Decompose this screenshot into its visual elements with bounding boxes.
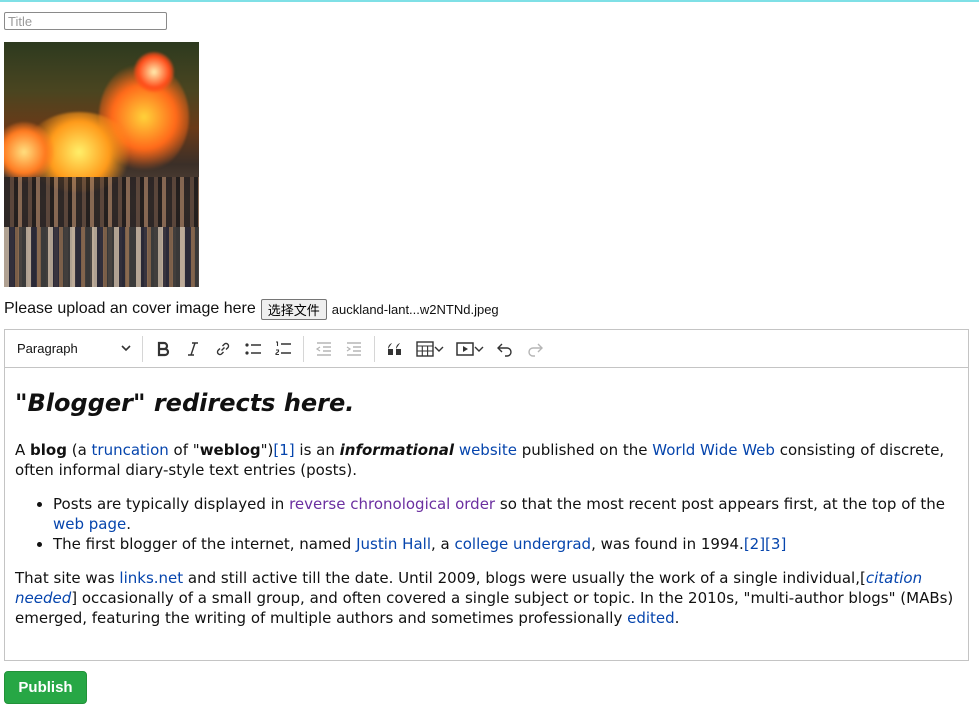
indent-button[interactable] bbox=[339, 335, 369, 363]
link-button[interactable] bbox=[208, 335, 238, 363]
bulleted-list-button[interactable] bbox=[238, 335, 268, 363]
text-run: The first blogger of the internet, named bbox=[53, 535, 357, 553]
selected-file-name: auckland-lant...w2NTNd.jpeg bbox=[331, 301, 499, 317]
indent-icon bbox=[345, 341, 363, 357]
blockquote-icon bbox=[387, 342, 403, 356]
link-truncation[interactable]: truncation bbox=[92, 441, 169, 459]
cover-upload-row: Please upload an cover image here 选择文件 a… bbox=[4, 298, 499, 320]
reference-link[interactable]: [2][3] bbox=[744, 535, 787, 553]
bold-icon bbox=[155, 341, 171, 357]
intro-paragraph: A blog (a truncation of "weblog")[1] is … bbox=[15, 440, 958, 480]
text-run: . bbox=[674, 609, 680, 627]
text-run: , a bbox=[431, 535, 455, 553]
bold-term: blog bbox=[30, 441, 67, 459]
numbered-list-button[interactable] bbox=[268, 335, 298, 363]
editor-toolbar: Paragraph bbox=[5, 330, 968, 368]
bulleted-list-icon bbox=[244, 341, 262, 357]
text-run: . bbox=[126, 515, 132, 533]
text-run: so that the most recent post appears fir… bbox=[495, 495, 946, 513]
text-run: , was found in 1994. bbox=[591, 535, 744, 553]
choose-file-button[interactable]: 选择文件 bbox=[260, 298, 327, 320]
reference-link[interactable]: [1] bbox=[273, 441, 294, 459]
bold-button[interactable] bbox=[148, 335, 178, 363]
toolbar-divider bbox=[142, 335, 143, 362]
text-run: ] occasionally of a small group, and oft… bbox=[15, 589, 954, 627]
content-heading: "Blogger" redirects here. bbox=[15, 389, 355, 417]
block-format-label: Paragraph bbox=[17, 341, 78, 356]
bold-term: weblog bbox=[199, 441, 261, 459]
text-run: That site was bbox=[15, 569, 120, 587]
title-input[interactable] bbox=[4, 12, 167, 30]
link-reverse-chronological-order[interactable]: reverse chronological order bbox=[289, 495, 495, 513]
text-run: (a bbox=[66, 441, 92, 459]
outdent-icon bbox=[315, 341, 333, 357]
link-web-page[interactable]: web page bbox=[53, 515, 126, 533]
upload-label: Please upload an cover image here bbox=[4, 300, 256, 317]
blockquote-button[interactable] bbox=[380, 335, 410, 363]
text-run: ") bbox=[260, 441, 274, 459]
insert-media-button[interactable] bbox=[450, 335, 490, 363]
text-run: published on the bbox=[516, 441, 653, 459]
text-run: of " bbox=[168, 441, 200, 459]
media-icon bbox=[456, 341, 474, 357]
cover-image-preview bbox=[4, 42, 199, 287]
chevron-down-icon bbox=[474, 344, 484, 354]
italic-icon bbox=[185, 341, 201, 357]
italic-button[interactable] bbox=[178, 335, 208, 363]
table-icon bbox=[416, 340, 434, 357]
rich-text-editor: Paragraph "Blogger" redirects here. A bl… bbox=[4, 329, 969, 661]
list-item: The first blogger of the internet, named… bbox=[53, 534, 958, 554]
text-run: and still active till the date. Until 20… bbox=[183, 569, 866, 587]
bullet-list: Posts are typically displayed in reverse… bbox=[15, 494, 958, 554]
link-college-undergrad[interactable]: college undergrad bbox=[455, 535, 592, 553]
link-world-wide-web[interactable]: World Wide Web bbox=[652, 441, 775, 459]
chevron-down-icon bbox=[434, 344, 444, 354]
redo-button[interactable] bbox=[520, 335, 550, 363]
text-run: A bbox=[15, 441, 31, 459]
toolbar-divider bbox=[374, 335, 375, 362]
redo-icon bbox=[526, 341, 544, 357]
outdent-button[interactable] bbox=[309, 335, 339, 363]
link-justin-hall[interactable]: Justin Hall bbox=[356, 535, 431, 553]
insert-table-button[interactable] bbox=[410, 335, 450, 363]
toolbar-divider bbox=[303, 335, 304, 362]
bold-italic-term: informational bbox=[339, 441, 455, 459]
link-website[interactable]: website bbox=[459, 441, 517, 459]
text-run: Posts are typically displayed in bbox=[53, 495, 290, 513]
list-item: Posts are typically displayed in reverse… bbox=[53, 494, 958, 534]
block-format-dropdown[interactable]: Paragraph bbox=[11, 335, 137, 363]
link-edited[interactable]: edited bbox=[627, 609, 675, 627]
link-links-net[interactable]: links.net bbox=[119, 569, 183, 587]
text-run: is an bbox=[294, 441, 340, 459]
numbered-list-icon bbox=[274, 340, 292, 358]
editor-content[interactable]: "Blogger" redirects here. A blog (a trun… bbox=[5, 368, 968, 628]
history-paragraph: That site was links.net and still active… bbox=[15, 568, 958, 628]
link-icon bbox=[214, 340, 232, 358]
publish-button[interactable]: Publish bbox=[4, 671, 87, 704]
undo-button[interactable] bbox=[490, 335, 520, 363]
chevron-down-icon bbox=[121, 341, 131, 356]
undo-icon bbox=[496, 341, 514, 357]
